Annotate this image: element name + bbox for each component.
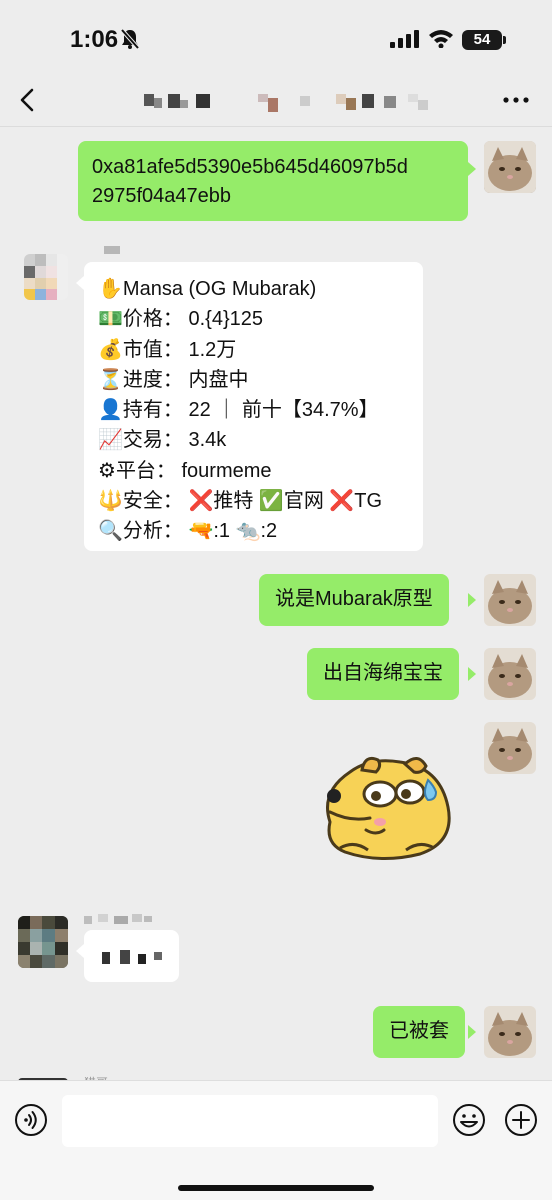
token-name-line: ✋Mansa (OG Mubarak) (98, 276, 317, 300)
magnifier-icon: 🔍 (98, 518, 123, 543)
message-text: 出自海绵宝宝 (323, 662, 443, 684)
money-icon: 💵 (98, 306, 123, 331)
message-text: 已被套 (389, 1020, 449, 1042)
status-time: 1:06 (70, 26, 119, 53)
message-text: 说是Mubarak原型 (275, 588, 433, 610)
signal-icon (390, 30, 419, 48)
trades-line: 📈交易： 3.4k (98, 427, 227, 452)
message-bubble-sent[interactable]: 已被套 (373, 1006, 465, 1058)
hourglass-icon: ⏳ (98, 366, 123, 391)
home-indicator[interactable] (178, 1185, 374, 1191)
bubble-tail (468, 1025, 476, 1039)
wifi-icon (429, 30, 453, 48)
market-cap-line: 💰市值： 1.2万 (98, 336, 237, 361)
money-bag-icon: 💰 (98, 336, 123, 361)
avatar-bot[interactable] (24, 254, 68, 300)
message-bubble-received[interactable]: ✋Mansa (OG Mubarak) 💵价格： 0.{4}125 💰市值： 1… (84, 262, 423, 551)
plus-circle-icon[interactable] (504, 1103, 538, 1137)
person-icon: 👤 (98, 397, 123, 422)
avatar-contact[interactable] (18, 916, 68, 968)
input-bar (0, 1080, 552, 1200)
bubble-tail (76, 276, 84, 290)
bubble-tail (468, 162, 476, 176)
emoji-face-icon[interactable] (452, 1103, 486, 1137)
message-bubble-received-pixelated[interactable] (84, 930, 179, 982)
avatar-self[interactable] (484, 722, 536, 774)
battery-indicator: 54 (462, 30, 502, 50)
chevron-left-icon[interactable] (14, 82, 44, 118)
more-dots-icon[interactable] (500, 86, 532, 114)
avatar-self[interactable] (484, 141, 536, 193)
avatar-self[interactable] (484, 648, 536, 700)
sender-name-pixelated (84, 914, 154, 924)
chat-header (0, 76, 552, 126)
sender-name-pixelated (104, 246, 120, 254)
bubble-tail (468, 667, 476, 681)
progress-line: ⏳进度： 内盘中 (98, 366, 249, 391)
message-text: 0xa81afe5d5390e5b645d46097b5d (92, 156, 408, 178)
header-divider (0, 126, 552, 127)
message-bubble-sent[interactable]: 0xa81afe5d5390e5b645d46097b5d 2975f04a47… (78, 141, 468, 221)
message-text: 2975f04a47ebb (92, 185, 232, 207)
trident-icon: 🔱 (98, 488, 123, 513)
avatar-self[interactable] (484, 1006, 536, 1058)
chart-up-icon: 📈 (98, 427, 123, 452)
gear-icon: ⚙ (98, 457, 116, 482)
status-bar: 1:06 54 (0, 0, 552, 76)
chat-title-pixelated (140, 90, 440, 114)
message-bubble-sent[interactable]: 出自海绵宝宝 (307, 648, 459, 700)
silent-bell-icon (120, 28, 140, 50)
bubble-tail (76, 944, 84, 958)
holders-line: 👤持有： 22 ｜ 前十【34.7%】 (98, 397, 379, 422)
avatar-self[interactable] (484, 574, 536, 626)
raised-hand-icon: ✋ (98, 276, 123, 300)
voice-icon[interactable] (14, 1103, 48, 1137)
security-line: 🔱安全： ❌推特 ✅官网 ❌TG (98, 488, 383, 513)
message-bubble-sent[interactable]: 说是Mubarak原型 (259, 574, 449, 626)
battery-cap (503, 36, 506, 44)
platform-line: ⚙平台： fourmeme (98, 457, 272, 482)
sticker-doge-sweat[interactable] (310, 752, 460, 862)
bubble-tail (468, 593, 476, 607)
analysis-line: 🔍分析： 🔫:1 🐀:2 (98, 518, 278, 543)
price-line: 💵价格： 0.{4}125 (98, 306, 263, 331)
message-input[interactable] (62, 1095, 438, 1147)
